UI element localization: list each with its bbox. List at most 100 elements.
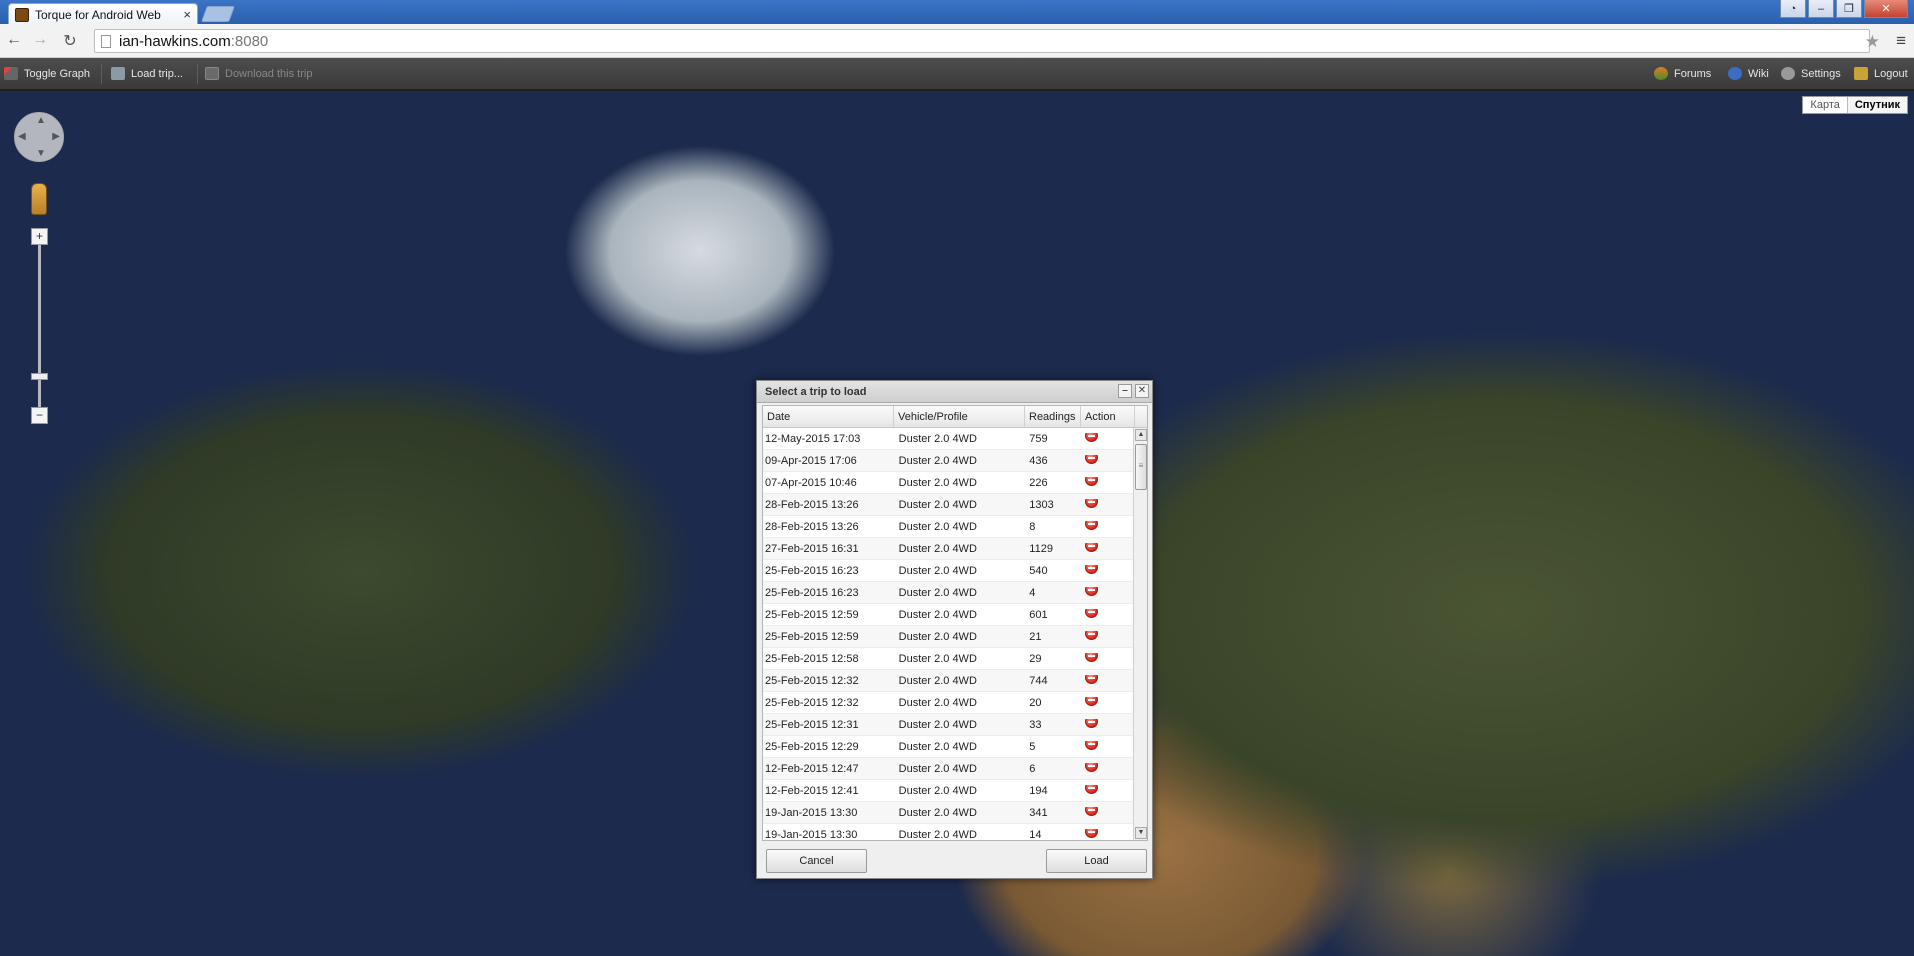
street-view-pegman-icon[interactable] [31,183,47,215]
logout-link[interactable]: Logout [1854,67,1908,80]
load-trip-button[interactable]: Load trip... [111,67,183,80]
truck-icon [111,67,125,80]
address-bar[interactable]: ian-hawkins.com:8080 [94,29,1870,53]
map-type-satellite-button[interactable]: Спутник [1847,97,1907,113]
browser-tab[interactable]: Torque for Android Web × [8,3,198,25]
delete-trip-icon[interactable] [1085,564,1099,574]
reload-icon[interactable]: ↻ [60,31,80,51]
maximize-button[interactable]: ❐ [1836,0,1862,18]
table-row[interactable]: 25-Feb-2015 12:58 Duster 2.0 4WD 29 [763,648,1134,670]
table-row[interactable]: 25-Feb-2015 12:32 Duster 2.0 4WD 744 [763,670,1134,692]
delete-trip-icon[interactable] [1085,762,1099,772]
column-header-readings[interactable]: Readings [1025,406,1081,427]
zoom-out-button[interactable]: − [31,407,48,424]
pan-left-icon[interactable]: ◀ [18,131,26,142]
minimize-button[interactable]: – [1808,0,1834,18]
trip-vehicle-cell: Duster 2.0 4WD [898,542,977,555]
table-row[interactable]: 12-Feb-2015 12:47 Duster 2.0 4WD 6 [763,758,1134,780]
delete-trip-icon[interactable] [1085,674,1099,684]
trip-action-cell [1080,828,1134,841]
bookmark-star-icon[interactable]: ★ [1865,32,1880,52]
table-row[interactable]: 12-May-2015 17:03 Duster 2.0 4WD 759 [763,428,1134,450]
table-row[interactable]: 25-Feb-2015 12:59 Duster 2.0 4WD 21 [763,626,1134,648]
delete-trip-icon[interactable] [1085,696,1099,706]
table-row[interactable]: 28-Feb-2015 13:26 Duster 2.0 4WD 8 [763,516,1134,538]
delete-trip-icon[interactable] [1085,784,1099,794]
trip-readings-cell: 1303 [1029,498,1054,511]
close-window-button[interactable]: ✕ [1864,0,1908,18]
table-row[interactable]: 07-Apr-2015 10:46 Duster 2.0 4WD 226 [763,472,1134,494]
delete-trip-icon[interactable] [1085,542,1099,552]
delete-trip-icon[interactable] [1085,432,1099,442]
pan-down-icon[interactable]: ▼ [36,148,46,159]
column-header-date[interactable]: Date [763,406,894,427]
delete-trip-icon[interactable] [1085,828,1099,838]
close-icon[interactable]: ✕ [1135,384,1149,398]
browser-toolbar: ← → ↻ ian-hawkins.com:8080 ★ ≡ [0,24,1914,58]
delete-trip-icon[interactable] [1085,630,1099,640]
download-trip-button[interactable]: Download this trip [205,67,312,80]
trip-date-cell: 19-Jan-2015 13:30 [765,806,858,819]
new-tab-button[interactable] [201,6,235,22]
trip-action-cell [1080,432,1134,445]
settings-link[interactable]: Settings [1781,67,1841,80]
cancel-button[interactable]: Cancel [766,849,867,873]
table-row[interactable]: 25-Feb-2015 16:23 Duster 2.0 4WD 540 [763,560,1134,582]
delete-trip-icon[interactable] [1085,806,1099,816]
delete-trip-icon[interactable] [1085,652,1099,662]
table-row[interactable]: 25-Feb-2015 12:32 Duster 2.0 4WD 20 [763,692,1134,714]
grid-scrollbar[interactable]: ▲ ≡ ▼ [1133,428,1147,840]
table-row[interactable]: 28-Feb-2015 13:26 Duster 2.0 4WD 1303 [763,494,1134,516]
table-row[interactable]: 12-Feb-2015 12:41 Duster 2.0 4WD 194 [763,780,1134,802]
zoom-in-button[interactable]: + [31,228,48,245]
table-row[interactable]: 27-Feb-2015 16:31 Duster 2.0 4WD 1129 [763,538,1134,560]
tab-close-icon[interactable]: × [183,7,191,22]
back-icon[interactable]: ← [4,31,24,49]
delete-trip-icon[interactable] [1085,608,1099,618]
chrome-menu-icon[interactable]: ≡ [1896,31,1906,51]
toggle-graph-label: Toggle Graph [24,67,91,80]
table-row[interactable]: 25-Feb-2015 12:29 Duster 2.0 4WD 5 [763,736,1134,758]
forums-icon [1654,67,1668,80]
trip-action-cell [1080,476,1134,489]
delete-trip-icon[interactable] [1085,718,1099,728]
delete-trip-icon[interactable] [1085,476,1099,486]
table-row[interactable]: 25-Feb-2015 12:31 Duster 2.0 4WD 33 [763,714,1134,736]
scroll-thumb[interactable]: ≡ [1135,444,1147,490]
table-row[interactable]: 25-Feb-2015 16:23 Duster 2.0 4WD 4 [763,582,1134,604]
trip-date-cell: 25-Feb-2015 12:29 [765,740,859,753]
trip-grid: Date Vehicle/Profile Readings Action 12-… [762,405,1148,841]
trip-readings-cell: 540 [1029,564,1048,577]
minimize-icon[interactable]: – [1118,384,1132,398]
delete-trip-icon[interactable] [1085,586,1099,596]
trip-readings-cell: 21 [1029,630,1042,643]
scroll-down-icon[interactable]: ▼ [1135,827,1147,839]
wiki-link[interactable]: Wiki [1728,67,1769,80]
pan-up-icon[interactable]: ▲ [36,115,46,126]
table-row[interactable]: 09-Apr-2015 17:06 Duster 2.0 4WD 436 [763,450,1134,472]
delete-trip-icon[interactable] [1085,740,1099,750]
toggle-graph-button[interactable]: Toggle Graph [4,67,90,80]
delete-trip-icon[interactable] [1085,498,1099,508]
zoom-slider-track[interactable] [38,228,41,418]
pan-right-icon[interactable]: ▶ [52,131,60,142]
pan-control[interactable]: ▲ ▼ ◀ ▶ [14,112,64,162]
scroll-up-icon[interactable]: ▲ [1135,429,1147,441]
forums-link[interactable]: Forums [1654,67,1711,80]
table-row[interactable]: 19-Jan-2015 13:30 Duster 2.0 4WD 14 [763,824,1134,841]
map-type-map-button[interactable]: Карта [1803,97,1848,113]
table-row[interactable]: 25-Feb-2015 12:59 Duster 2.0 4WD 601 [763,604,1134,626]
load-button[interactable]: Load [1046,849,1147,873]
trip-action-cell [1080,652,1134,665]
account-icon[interactable]: ◔ [1780,0,1806,18]
zoom-slider-handle[interactable] [31,373,48,380]
column-header-vehicle[interactable]: Vehicle/Profile [894,406,1025,427]
delete-trip-icon[interactable] [1085,520,1099,530]
table-row[interactable]: 19-Jan-2015 13:30 Duster 2.0 4WD 341 [763,802,1134,824]
delete-trip-icon[interactable] [1085,454,1099,464]
trip-action-cell [1080,630,1134,643]
forward-icon[interactable]: → [30,31,50,49]
column-header-action[interactable]: Action [1081,406,1135,427]
trip-readings-cell: 6 [1029,762,1036,775]
trip-vehicle-cell: Duster 2.0 4WD [898,696,977,709]
